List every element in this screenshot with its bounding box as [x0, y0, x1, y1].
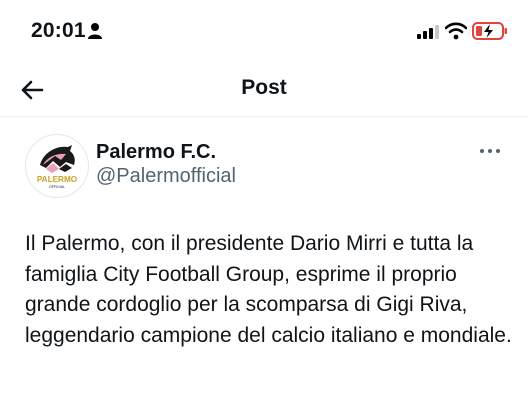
signal-icon — [417, 25, 439, 39]
avatar-text: PALERMO — [37, 175, 78, 184]
person-icon — [88, 23, 102, 39]
post-header: Post — [0, 64, 528, 117]
status-time: 20:01 — [31, 19, 86, 42]
avatar[interactable]: PALERMO OFFICIAL — [25, 134, 89, 198]
wifi-icon — [445, 22, 467, 40]
author-handle[interactable]: @Palermofficial — [96, 165, 236, 188]
page-title: Post — [241, 76, 287, 99]
post-text: Il Palermo, con il presidente Dario Mirr… — [25, 232, 512, 347]
more-dots-icon — [480, 149, 500, 153]
battery-charging-icon — [472, 22, 507, 40]
more-button[interactable] — [478, 141, 502, 161]
status-bar: 20:01 — [0, 0, 528, 64]
author-name[interactable]: Palermo F.C. — [96, 141, 216, 164]
avatar-subtext: OFFICIAL — [49, 185, 65, 189]
palermo-logo-icon: PALERMO OFFICIAL — [37, 145, 78, 189]
